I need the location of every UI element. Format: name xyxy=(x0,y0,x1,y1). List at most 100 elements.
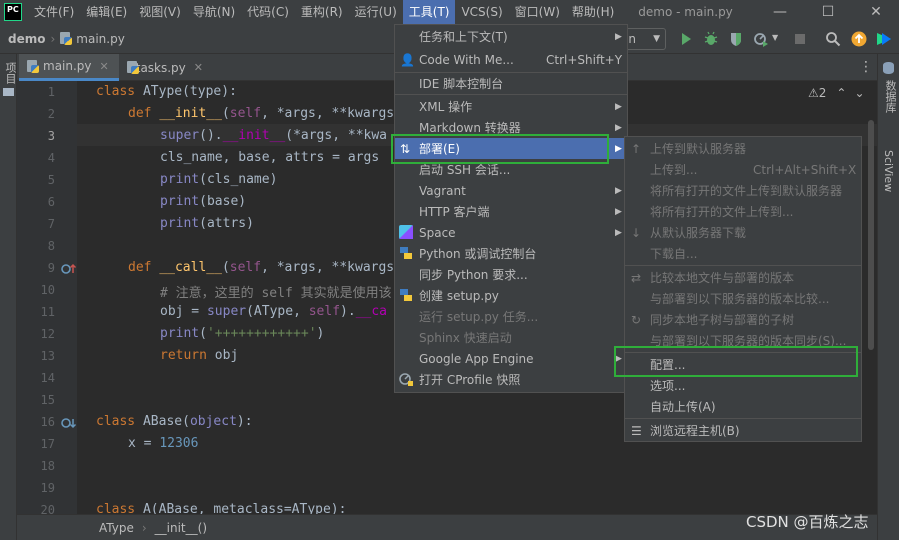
breadcrumb-project[interactable]: demo xyxy=(8,32,45,46)
menu-item-http-client[interactable]: HTTP 客户端 ▶ xyxy=(395,201,627,222)
right-tool-strip: 数据库 SciView xyxy=(877,54,899,540)
menu-item-upload-default-server: ↑ 上传到默认服务器 xyxy=(631,141,747,157)
menu-edit[interactable]: 编辑(E) xyxy=(80,0,133,24)
database-tool-tab[interactable]: 数据库 xyxy=(882,80,898,113)
tab-label: main.py xyxy=(43,59,92,73)
code-line-5: print(cls_name) xyxy=(160,172,278,187)
update-icon[interactable] xyxy=(851,31,867,47)
editor-scrollbar[interactable] xyxy=(868,120,874,350)
code-line-10: # 注意，这里的 self 其实就是使用该 xyxy=(160,286,392,301)
menu-view[interactable]: 视图(V) xyxy=(133,0,187,24)
python-file-icon xyxy=(27,59,39,73)
menu-item-create-setup-py[interactable]: 创建 setup.py xyxy=(395,285,627,306)
menu-item-sphinx-quickstart: Sphinx 快速启动 xyxy=(419,331,512,345)
annotation-highlight-configuration xyxy=(614,346,858,377)
code-line-20: class A(ABase, metaclass=AType): xyxy=(96,502,347,514)
menu-item-code-with-me[interactable]: 👤 Code With Me... Ctrl+Shift+Y xyxy=(395,49,627,70)
line-number: 4 xyxy=(47,151,55,165)
menu-item-xml-actions[interactable]: XML 操作 ▶ xyxy=(395,96,627,117)
line-number: 11 xyxy=(40,305,55,319)
menu-run[interactable]: 运行(U) xyxy=(349,0,403,24)
debug-icon[interactable] xyxy=(703,31,719,47)
coverage-icon[interactable] xyxy=(728,31,744,47)
menu-item-sync-python-requirements[interactable]: 同步 Python 要求... xyxy=(395,264,627,285)
line-number: 5 xyxy=(47,173,55,187)
close-icon[interactable]: ✕ xyxy=(194,61,203,74)
menu-item-ide-script-console[interactable]: IDE 脚本控制台 xyxy=(395,73,627,94)
line-number: 18 xyxy=(40,459,55,473)
menu-code[interactable]: 代码(C) xyxy=(241,0,295,24)
python-file-icon xyxy=(60,31,73,45)
menu-item-compare-deployed: ⇄ 比较本地文件与部署的版本 xyxy=(631,270,795,286)
maximize-button[interactable]: ☐ xyxy=(808,0,848,24)
menu-file[interactable]: 文件(F) xyxy=(28,0,80,24)
menu-navigate[interactable]: 导航(N) xyxy=(187,0,241,24)
code-line-11: obj = super(AType, self).__ca xyxy=(160,304,388,319)
menu-item-browse-remote-host[interactable]: ☰ 浏览远程主机(B) xyxy=(625,420,861,441)
menu-item-automatic-upload[interactable]: 自动上传(A) xyxy=(625,396,861,417)
folder-icon xyxy=(3,88,14,96)
chevron-up-icon[interactable]: ⌃ xyxy=(836,86,846,100)
stop-icon[interactable] xyxy=(792,31,808,47)
line-number: 19 xyxy=(40,481,55,495)
chevron-down-icon: ▼ xyxy=(653,34,660,44)
chevron-down-icon[interactable]: ▼ xyxy=(772,33,778,42)
search-icon[interactable] xyxy=(825,31,841,47)
close-button[interactable]: ✕ xyxy=(856,0,896,24)
breadcrumb-file[interactable]: main.py xyxy=(60,31,125,46)
deployment-submenu: ↑ 上传到默认服务器 上传到... Ctrl+Alt+Shift+X 将所有打开的文… xyxy=(624,136,862,442)
menu-item-vagrant[interactable]: Vagrant ▶ xyxy=(395,180,627,201)
menu-item-tasks-contexts[interactable]: 任务和上下文(T) ▶ xyxy=(395,26,627,47)
python-icon xyxy=(400,247,412,259)
code-line-9: def __call__(self, *args, **kwargs xyxy=(128,260,395,275)
menu-item-upload-to: 上传到... Ctrl+Alt+Shift+X xyxy=(650,162,857,178)
sciview-tool-tab[interactable]: SciView xyxy=(882,150,895,192)
menu-window[interactable]: 窗口(W) xyxy=(509,0,566,24)
chevron-down-icon[interactable]: ⌄ xyxy=(854,86,864,100)
menu-vcs[interactable]: VCS(S) xyxy=(455,0,508,24)
overrides-method-icon[interactable] xyxy=(61,263,77,275)
inspection-count: 2 xyxy=(818,86,827,100)
close-icon[interactable]: ✕ xyxy=(100,60,109,73)
menu-item-open-cprofile-snapshot[interactable]: 打开 CProfile 快照 xyxy=(395,369,627,390)
line-number-gutter: 1 2 3 4 5 6 7 8 9 10 11 12 13 14 15 16 1… xyxy=(17,81,77,517)
subclassed-icon[interactable] xyxy=(61,417,77,429)
menu-item-google-app-engine[interactable]: Google App Engine ▶ xyxy=(395,348,627,369)
menu-refactor[interactable]: 重构(R) xyxy=(295,0,349,24)
warning-icon: ⚠ xyxy=(808,86,819,100)
line-number: 8 xyxy=(47,239,55,253)
line-number: 6 xyxy=(47,195,55,209)
line-number: 7 xyxy=(47,217,55,231)
inspection-widget[interactable]: ⚠2 ⌃ ⌄ xyxy=(808,86,865,100)
line-number: 12 xyxy=(40,327,55,341)
minimize-button[interactable]: — xyxy=(760,0,800,24)
jetbrains-toolbox-icon[interactable] xyxy=(876,31,892,47)
remote-host-icon: ☰ xyxy=(631,423,642,438)
code-line-2: def __init__(self, *args, **kwargs xyxy=(128,106,395,121)
menu-help[interactable]: 帮助(H) xyxy=(566,0,620,24)
code-line-6: print(base) xyxy=(160,194,247,209)
breadcrumb-method[interactable]: __init__() xyxy=(155,521,207,535)
code-line-13: return obj xyxy=(160,348,239,363)
menu-item-space[interactable]: Space ▶ xyxy=(395,222,627,243)
tab-tasks-py[interactable]: tasks.py ✕ xyxy=(119,54,211,81)
watermark: CSDN @百炼之志 xyxy=(746,513,869,531)
line-number: 9 xyxy=(47,261,55,275)
menu-item-python-console[interactable]: Python 或调试控制台 xyxy=(395,243,627,264)
project-tool-tab[interactable]: 项目 xyxy=(2,62,18,84)
sync-icon: ↻ xyxy=(631,312,642,327)
profile-run-icon[interactable] xyxy=(753,31,769,47)
tab-main-py[interactable]: main.py ✕ xyxy=(19,54,119,81)
tools-menu: 任务和上下文(T) ▶ 👤 Code With Me... Ctrl+Shift+Y … xyxy=(394,24,628,393)
menu-item-download-default: ↓ 从默认服务器下载 xyxy=(631,225,747,241)
menu-tools[interactable]: 工具(T) xyxy=(402,0,456,24)
window-title: demo - main.py xyxy=(638,5,733,19)
menu-item-options[interactable]: 选项... xyxy=(625,375,861,396)
breadcrumb-class[interactable]: AType xyxy=(99,521,134,535)
line-number: 17 xyxy=(40,437,55,451)
more-tabs-icon[interactable]: ⋮ xyxy=(859,59,873,75)
run-icon[interactable] xyxy=(678,31,694,47)
space-icon xyxy=(399,225,413,239)
breadcrumb-separator: › xyxy=(141,520,147,535)
compare-icon: ⇄ xyxy=(631,270,642,285)
